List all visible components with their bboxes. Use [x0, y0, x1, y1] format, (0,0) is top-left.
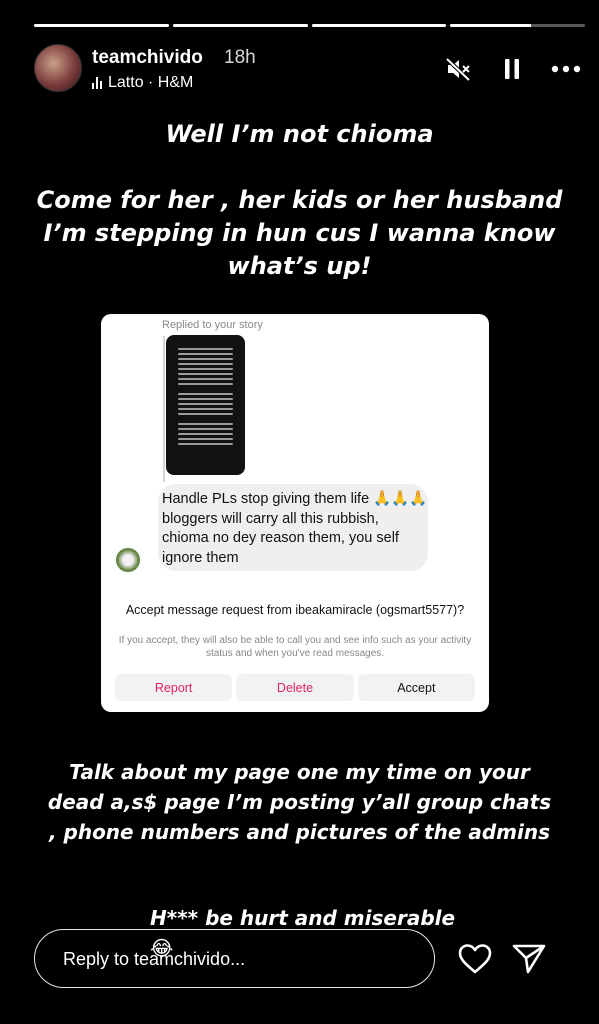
dm-screenshot: Replied to your story Handle PLs stop gi… [101, 314, 489, 712]
username[interactable]: teamchivido [92, 47, 203, 69]
heart-icon[interactable] [457, 943, 493, 975]
reply-placeholder: Reply to teamchivido... [63, 949, 246, 969]
progress-segment [34, 24, 169, 27]
progress-segment [450, 24, 585, 27]
story-thumbnail [166, 335, 245, 475]
music-info[interactable]: Latto · H&M [92, 74, 193, 92]
delete-button: Delete [236, 674, 354, 701]
story-caption-bottom: Talk about my page one my time on your d… [47, 760, 552, 844]
progress-segment [172, 24, 308, 27]
reply-input[interactable]: Reply to teamchivido... [34, 929, 435, 988]
sender-avatar [116, 548, 140, 572]
mute-icon[interactable] [443, 54, 473, 84]
story-header: teamchivido 18h Latto · H&M [34, 44, 581, 94]
story-caption-top: Well I’m not chioma Come for her , her k… [36, 120, 563, 280]
music-bars-icon [92, 77, 102, 89]
reply-line [163, 336, 165, 482]
more-icon[interactable] [551, 54, 581, 84]
send-icon[interactable] [511, 942, 547, 976]
avatar[interactable] [34, 44, 82, 92]
replied-label: Replied to your story [162, 319, 263, 331]
progress-segment [311, 24, 447, 27]
message-bubble: Handle PLs stop giving them life 🙏🙏🙏 blo… [158, 484, 428, 571]
pause-icon[interactable] [497, 54, 527, 84]
request-subtitle: If you accept, they will also be able to… [118, 635, 472, 659]
report-button: Report [115, 674, 233, 701]
story-progress-bar [34, 24, 585, 27]
accept-button: Accept [357, 674, 475, 701]
music-label: Latto · H&M [108, 74, 194, 91]
request-title: Accept message request from ibeakamiracl… [125, 603, 465, 617]
time-ago: 18h [224, 47, 256, 68]
